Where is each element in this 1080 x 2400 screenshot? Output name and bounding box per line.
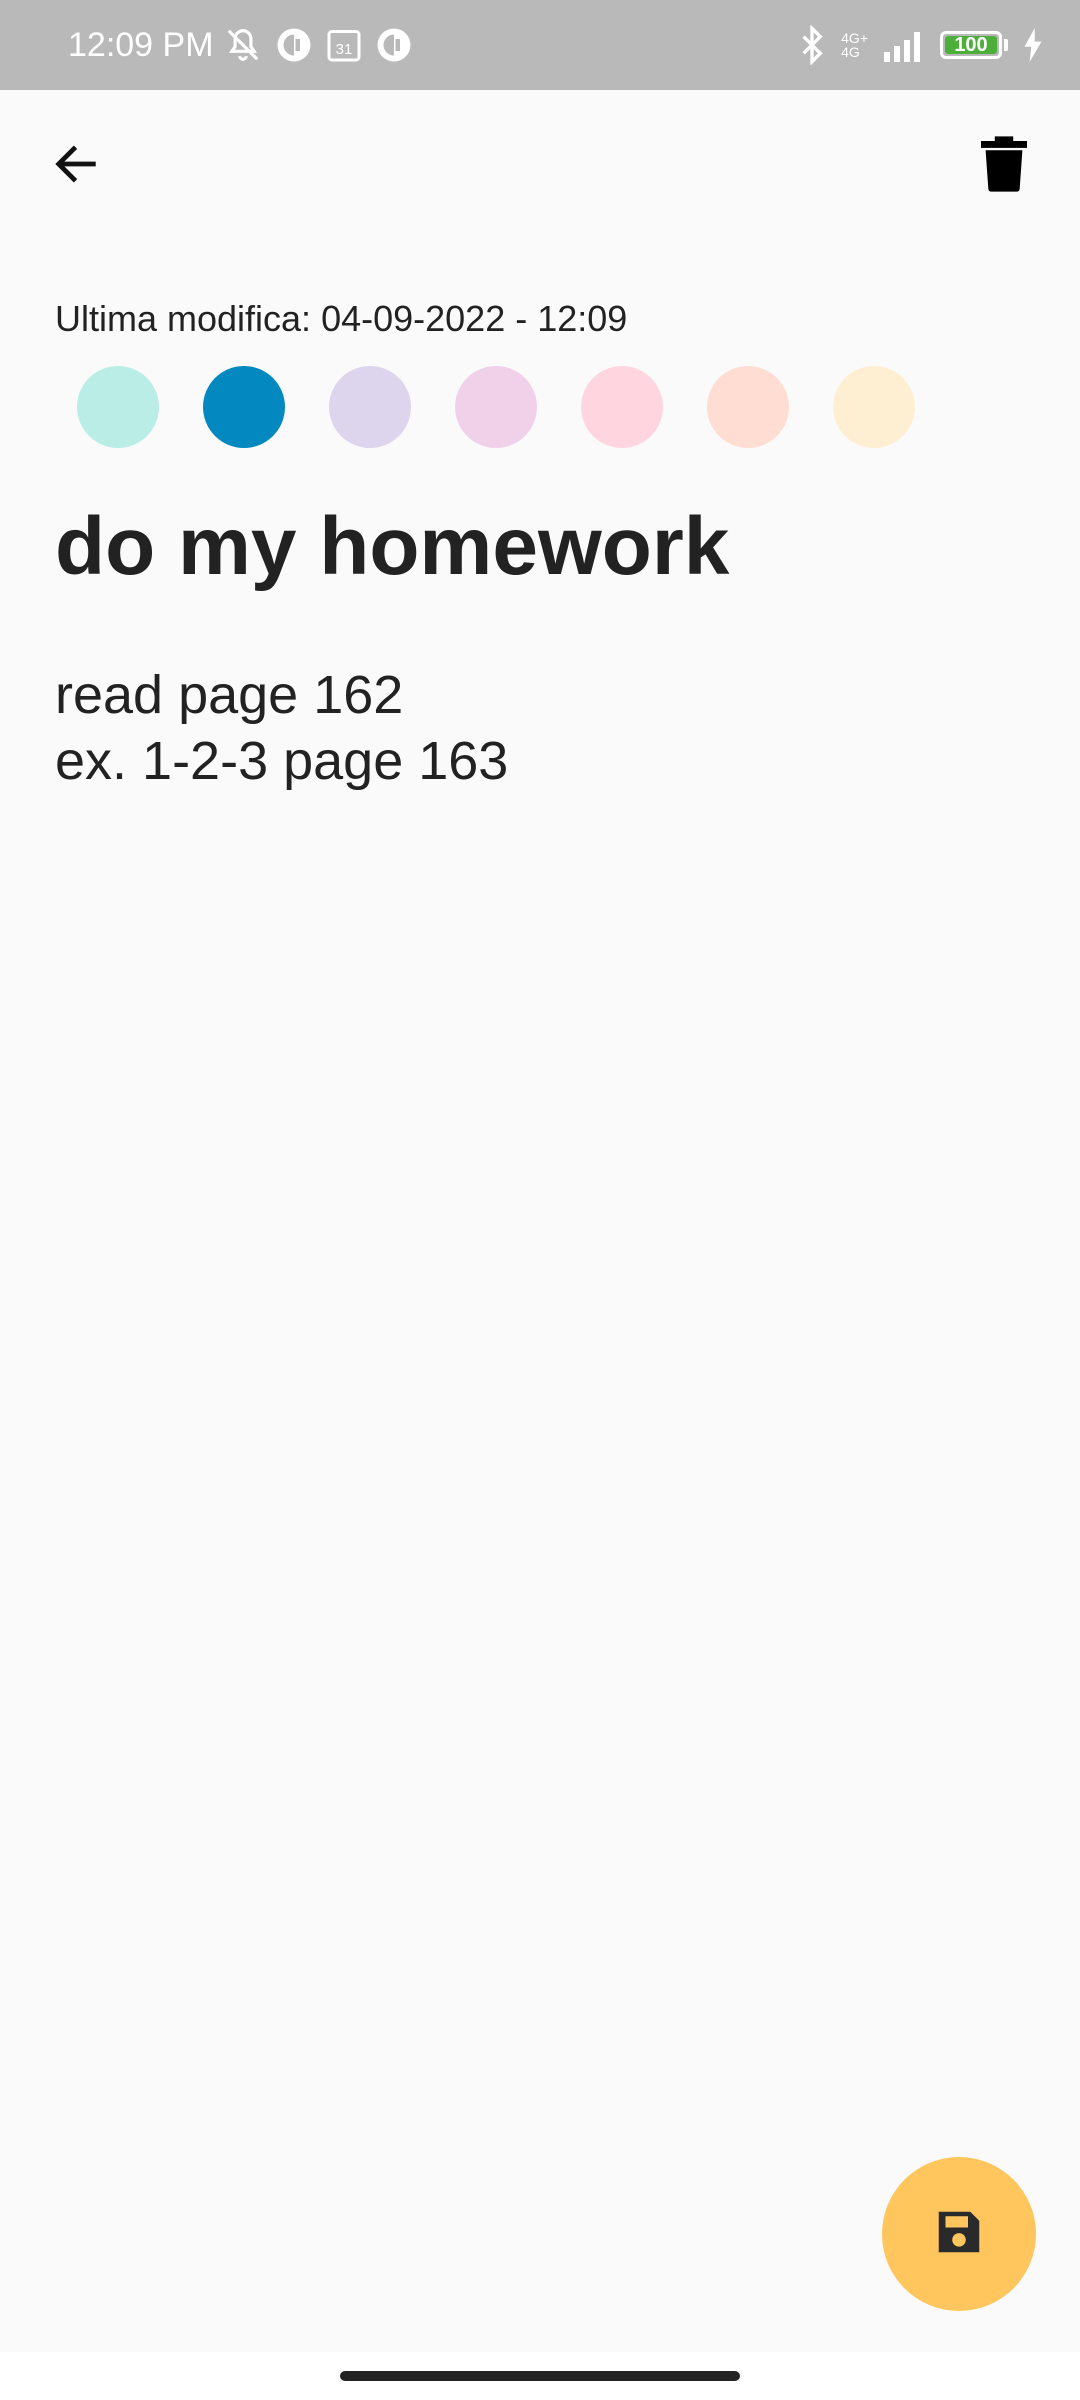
bell-off-icon xyxy=(224,26,262,64)
status-left-icons: 31 xyxy=(224,26,412,64)
note-body-line: read page 162 xyxy=(55,665,404,725)
home-indicator[interactable] xyxy=(340,2371,740,2381)
app-icon xyxy=(376,27,412,63)
charging-icon xyxy=(1022,28,1044,62)
color-swatch[interactable] xyxy=(581,366,663,448)
last-modified-label: Ultima modifica: 04-09-2022 - 12:09 xyxy=(55,298,628,339)
note-body-line: ex. 1-2-3 page 163 xyxy=(55,731,509,791)
battery-level: 100 xyxy=(954,33,988,56)
color-swatch[interactable] xyxy=(455,366,537,448)
status-right-icons: 4G+ 4G 100 xyxy=(797,0,1044,90)
battery-cap xyxy=(1004,39,1008,51)
color-swatch[interactable] xyxy=(77,366,159,448)
save-button[interactable] xyxy=(882,2157,1036,2311)
signal-icon xyxy=(882,28,926,62)
trash-icon xyxy=(981,135,1027,197)
arrow-left-icon xyxy=(50,138,102,195)
calendar-31-icon: 31 xyxy=(326,27,362,63)
color-swatch[interactable] xyxy=(707,366,789,448)
app-icon xyxy=(276,27,312,63)
battery-body: 100 xyxy=(940,31,1002,59)
save-icon xyxy=(932,2205,986,2264)
svg-text:31: 31 xyxy=(335,41,352,58)
color-swatch[interactable] xyxy=(833,366,915,448)
network-type-secondary: 4G xyxy=(841,44,860,60)
color-picker xyxy=(77,366,915,448)
back-button[interactable] xyxy=(40,130,112,202)
battery-icon: 100 xyxy=(940,31,1008,59)
note-body-field[interactable]: read page 162 ex. 1-2-3 page 163 xyxy=(55,662,1035,794)
status-bar: 12:09 PM 31 4G+ 4G 100 xyxy=(0,0,1080,90)
color-swatch-selected[interactable] xyxy=(203,366,285,448)
network-type: 4G+ xyxy=(841,30,868,46)
delete-button[interactable] xyxy=(968,130,1040,202)
status-time: 12:09 PM xyxy=(68,25,214,64)
network-label: 4G+ 4G xyxy=(841,31,868,59)
note-title-field[interactable]: do my homework xyxy=(55,500,1035,594)
note-editor-screen: 12:09 PM 31 4G+ 4G 100 Ultima modifica: … xyxy=(0,0,1080,2400)
bluetooth-icon xyxy=(797,25,827,65)
color-swatch[interactable] xyxy=(329,366,411,448)
